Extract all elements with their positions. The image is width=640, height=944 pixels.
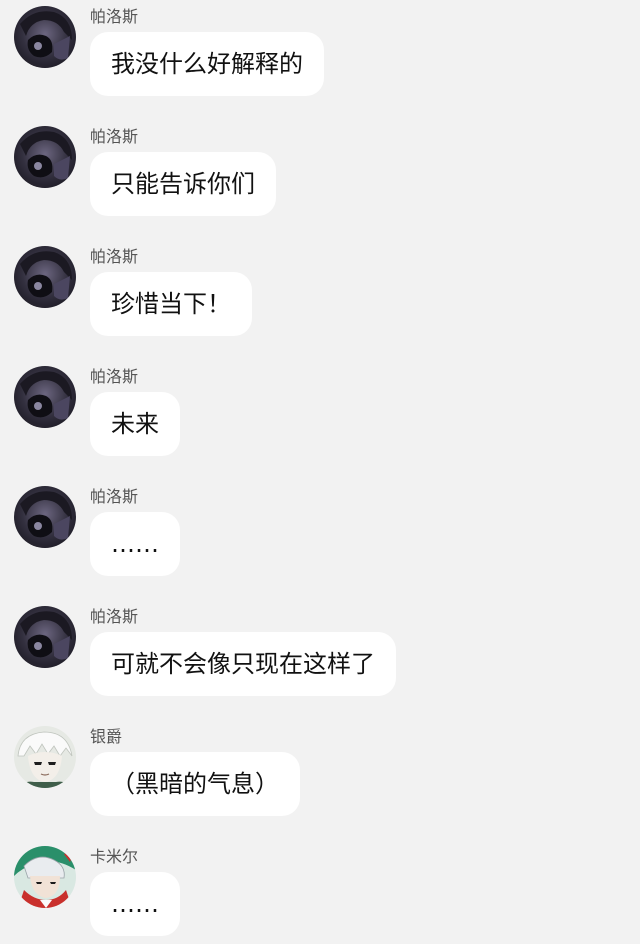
dark-hooded-character-icon xyxy=(14,486,76,548)
message-bubble[interactable]: 只能告诉你们 xyxy=(90,152,276,216)
chat-message: 帕洛斯 我没什么好解释的 xyxy=(0,0,640,120)
sender-name: 银爵 xyxy=(90,727,123,746)
dark-hooded-character-icon xyxy=(14,246,76,308)
dark-hooded-character-icon xyxy=(14,6,76,68)
avatar-dark-hooded-character[interactable] xyxy=(14,606,76,668)
message-bubble[interactable]: 我没什么好解释的 xyxy=(90,32,324,96)
sender-name: 帕洛斯 xyxy=(90,487,139,506)
avatar-red-green-character[interactable] xyxy=(14,846,76,908)
sender-name: 卡米尔 xyxy=(90,847,139,866)
white-haired-character-icon xyxy=(14,726,76,788)
red-green-character-icon xyxy=(14,846,76,908)
avatar-dark-hooded-character[interactable] xyxy=(14,486,76,548)
chat-message: 帕洛斯 可就不会像只现在这样了 xyxy=(0,600,640,720)
avatar-dark-hooded-character[interactable] xyxy=(14,246,76,308)
avatar-dark-hooded-character[interactable] xyxy=(14,126,76,188)
chat-message: 银爵 （黑暗的气息） xyxy=(0,720,640,840)
chat-message: 卡米尔 …… xyxy=(0,840,640,944)
dark-hooded-character-icon xyxy=(14,606,76,668)
sender-name: 帕洛斯 xyxy=(90,247,139,266)
chat-message: 帕洛斯 只能告诉你们 xyxy=(0,120,640,240)
chat-message: 帕洛斯 珍惜当下！ xyxy=(0,240,640,360)
chat-message: 帕洛斯 …… xyxy=(0,480,640,600)
message-bubble[interactable]: …… xyxy=(90,872,180,936)
message-bubble[interactable]: …… xyxy=(90,512,180,576)
message-bubble[interactable]: 可就不会像只现在这样了 xyxy=(90,632,396,696)
message-bubble[interactable]: （黑暗的气息） xyxy=(90,752,300,816)
message-bubble[interactable]: 珍惜当下！ xyxy=(90,272,252,336)
dark-hooded-character-icon xyxy=(14,366,76,428)
chat-message: 帕洛斯 未来 xyxy=(0,360,640,480)
avatar-white-haired-character[interactable] xyxy=(14,726,76,788)
avatar-dark-hooded-character[interactable] xyxy=(14,366,76,428)
dark-hooded-character-icon xyxy=(14,126,76,188)
message-bubble[interactable]: 未来 xyxy=(90,392,180,456)
sender-name: 帕洛斯 xyxy=(90,127,139,146)
chat-message-list[interactable]: 帕洛斯 我没什么好解释的 帕洛斯 只能告诉你们 帕洛斯 珍惜当下！ 帕洛斯 未来… xyxy=(0,0,640,944)
sender-name: 帕洛斯 xyxy=(90,7,139,26)
sender-name: 帕洛斯 xyxy=(90,367,139,386)
avatar-dark-hooded-character[interactable] xyxy=(14,6,76,68)
sender-name: 帕洛斯 xyxy=(90,607,139,626)
